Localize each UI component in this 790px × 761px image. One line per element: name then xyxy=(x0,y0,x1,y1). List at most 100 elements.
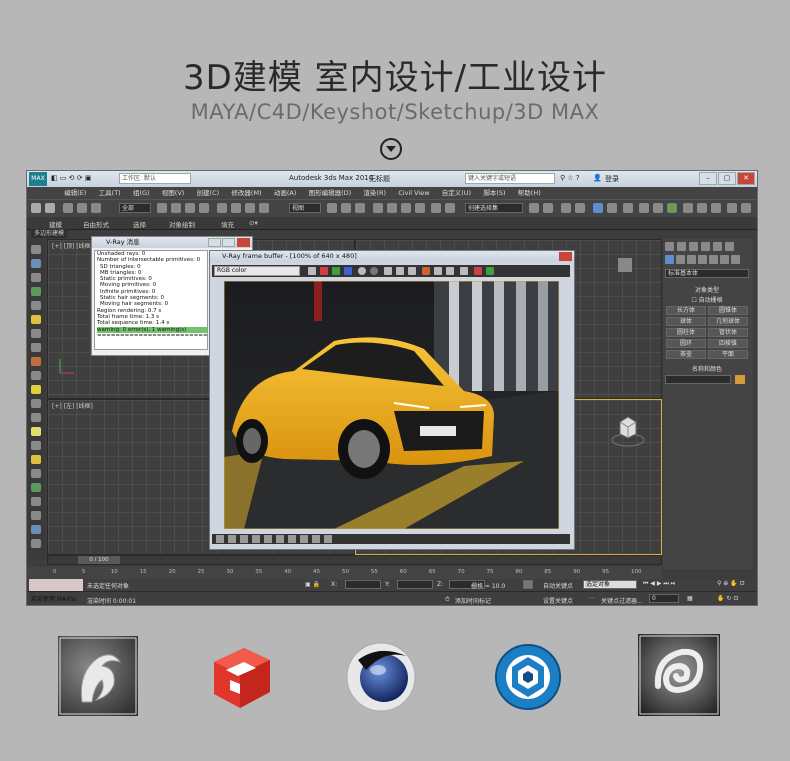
tool-icon[interactable] xyxy=(31,273,41,282)
stop-render-icon[interactable] xyxy=(474,267,482,275)
menu-modifiers[interactable]: 修改器(M) xyxy=(226,187,266,199)
tool-icon[interactable] xyxy=(31,301,41,310)
menu-civil-view[interactable]: Civil View xyxy=(393,187,434,199)
viewport-nav-icons[interactable]: ⚲ ⊕ ✋ ⊡ xyxy=(717,580,745,587)
lut-icon[interactable] xyxy=(300,535,308,543)
vray-mesh-icon[interactable] xyxy=(741,203,751,213)
menu-scripting[interactable]: 脚本(S) xyxy=(478,187,510,199)
curve-editor-icon[interactable] xyxy=(593,203,603,213)
tool-icon[interactable] xyxy=(31,511,41,520)
menu-create[interactable]: 创建(C) xyxy=(192,187,225,199)
auto-key-icon[interactable] xyxy=(523,580,533,589)
maximize-button[interactable] xyxy=(222,238,235,247)
user-login[interactable]: 登录 xyxy=(605,174,619,184)
set-key-icon[interactable]: ⊶ xyxy=(589,595,595,602)
named-selection-icon[interactable] xyxy=(445,203,455,213)
undo-icon[interactable] xyxy=(31,203,41,213)
cone-button[interactable]: 圆锥体 xyxy=(708,306,748,315)
tool-icon[interactable] xyxy=(31,413,41,422)
box-button[interactable]: 长方体 xyxy=(666,306,706,315)
tube-button[interactable]: 管状体 xyxy=(708,328,748,337)
save-icon[interactable] xyxy=(308,267,316,275)
material-editor-icon[interactable] xyxy=(623,203,633,213)
save-image-icon[interactable] xyxy=(384,267,392,275)
workspace-dropdown[interactable]: 工作区: 默认 xyxy=(119,173,191,184)
mono-icon[interactable] xyxy=(370,267,378,275)
menu-views[interactable]: 视图(V) xyxy=(157,187,190,199)
move-icon[interactable] xyxy=(217,203,227,213)
viewcube-icon[interactable] xyxy=(608,410,648,450)
vray-fur-icon[interactable] xyxy=(727,203,737,213)
red-channel-icon[interactable] xyxy=(320,267,328,275)
srgb-icon[interactable] xyxy=(324,535,332,543)
vray-messages-titlebar[interactable]: V-Ray 消息 xyxy=(92,237,252,248)
geosphere-button[interactable]: 几何球体 xyxy=(708,317,748,326)
exposure-icon[interactable] xyxy=(312,535,320,543)
menu-group[interactable]: 组(G) xyxy=(128,187,155,199)
rendered-frame-window-icon[interactable] xyxy=(653,203,663,213)
space-warps-icon[interactable] xyxy=(720,255,729,264)
cylinder-button[interactable]: 圆柱体 xyxy=(666,328,706,337)
redo-icon[interactable] xyxy=(45,203,55,213)
tool-icon[interactable] xyxy=(31,385,41,394)
schematic-view-icon[interactable] xyxy=(607,203,617,213)
load-image-icon[interactable] xyxy=(396,267,404,275)
torus-button[interactable]: 圆环 xyxy=(666,339,706,348)
menu-customize[interactable]: 自定义(U) xyxy=(437,187,476,199)
keyboard-shortcut-icon[interactable] xyxy=(355,203,365,213)
tab-object-paint[interactable]: 对象绘制 xyxy=(169,219,195,229)
blue-channel-icon[interactable] xyxy=(344,267,352,275)
track-bar[interactable]: 0 5 10 15 20 25 30 35 40 45 50 55 60 65 70 75 80 85 90 95 10… xyxy=(27,567,662,579)
playback-controls[interactable]: ⏮ ◀ ▶ ⏭ ⏯ xyxy=(643,580,675,588)
select-icon[interactable] xyxy=(157,203,167,213)
ribbon-subtab-poly-modeling[interactable]: 多边形建模 xyxy=(31,229,68,238)
named-selection-sets-dropdown[interactable]: 创建选择集 xyxy=(465,203,523,213)
modify-tab-icon[interactable] xyxy=(677,242,686,251)
welcome-text[interactable]: 欢迎使用 MAXSc xyxy=(31,594,77,603)
app-logo-icon[interactable]: MAX xyxy=(29,172,47,186)
lights-icon[interactable] xyxy=(687,255,696,264)
track-mouse-icon[interactable] xyxy=(434,267,442,275)
add-time-tag[interactable]: 添加时间标记 xyxy=(455,596,491,605)
tool-icon[interactable] xyxy=(31,469,41,478)
menu-rendering[interactable]: 渲染(R) xyxy=(358,187,391,199)
vray-camera-icon[interactable] xyxy=(711,203,721,213)
time-tag-icon[interactable]: ⏱ xyxy=(445,596,450,604)
tool-icon[interactable] xyxy=(31,539,41,548)
object-name-input[interactable] xyxy=(665,375,731,384)
time-slider-thumb[interactable]: 0 / 100 xyxy=(78,556,120,564)
green-channel-icon[interactable] xyxy=(332,267,340,275)
viewport-label[interactable]: [+] [顶] [线框] xyxy=(52,241,93,250)
close-button[interactable]: ✕ xyxy=(737,172,755,185)
vray-messages-log[interactable]: Unshaded rays: 0 Number of intersectable… xyxy=(94,250,208,350)
tool-icon[interactable] xyxy=(31,441,41,450)
tab-populate[interactable]: 填充 xyxy=(221,219,234,229)
pivot-icon[interactable] xyxy=(327,203,337,213)
percent-snap-icon[interactable] xyxy=(401,203,411,213)
pyramid-button[interactable]: 四棱锥 xyxy=(708,339,748,348)
render-setup-icon[interactable] xyxy=(639,203,649,213)
tool-icon[interactable] xyxy=(31,399,41,408)
menu-help[interactable]: 帮助(H) xyxy=(513,187,546,199)
pixel-info-icon[interactable] xyxy=(276,535,284,543)
menu-graph-editors[interactable]: 图形编辑器(D) xyxy=(304,187,357,199)
settings-icon[interactable] xyxy=(288,535,296,543)
key-filters[interactable]: 关键点过滤器... xyxy=(601,596,643,605)
tool-icon[interactable] xyxy=(31,259,41,268)
render-icon[interactable] xyxy=(667,203,677,213)
orbit-icons[interactable]: ✋ ↻ ⊡ xyxy=(717,595,738,602)
start-render-icon[interactable] xyxy=(486,267,494,275)
cameras-icon[interactable] xyxy=(698,255,707,264)
reference-coord-dropdown[interactable]: 视图 xyxy=(289,203,321,213)
copy-icon[interactable] xyxy=(422,267,430,275)
selected-object-dropdown[interactable]: 选定对象 xyxy=(583,580,637,589)
angle-snap-icon[interactable] xyxy=(387,203,397,213)
tool-icon[interactable] xyxy=(31,357,41,366)
edit-named-sets-icon[interactable] xyxy=(431,203,441,213)
create-tab-icon[interactable] xyxy=(665,242,674,251)
rotate-icon[interactable] xyxy=(231,203,241,213)
plane-button[interactable]: 平面 xyxy=(708,350,748,359)
current-frame-input[interactable]: 0 xyxy=(649,594,679,603)
name-color-header[interactable]: 名称和颜色 xyxy=(665,364,749,373)
menu-animation[interactable]: 动画(A) xyxy=(269,187,302,199)
